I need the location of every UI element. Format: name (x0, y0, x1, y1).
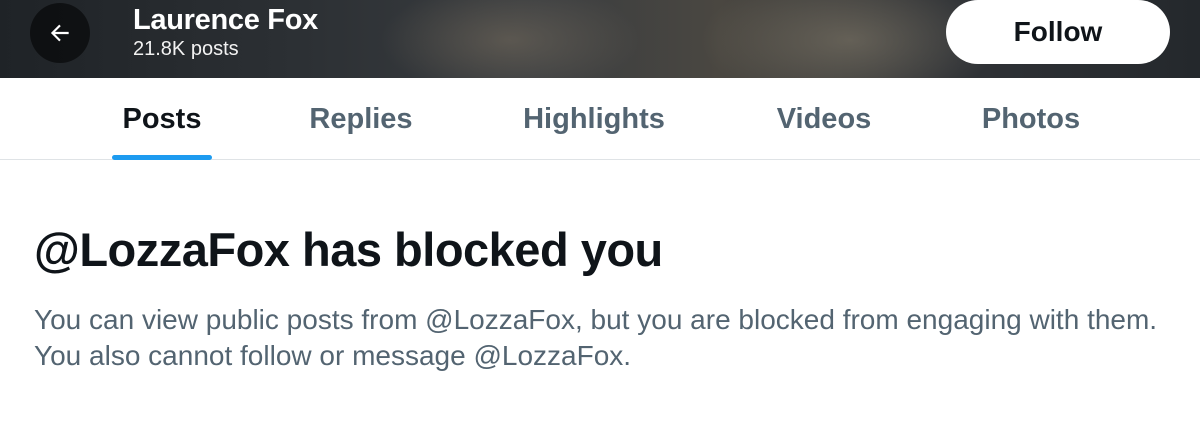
post-count: 21.8K posts (133, 38, 239, 60)
banner-texture (380, 0, 640, 78)
tab-highlights[interactable]: Highlights (509, 78, 679, 160)
profile-title-block: Laurence Fox 21.8K posts (133, 2, 318, 60)
profile-header-banner: Laurence Fox 21.8K posts Follow (0, 0, 1200, 78)
tab-label: Photos (981, 102, 1081, 135)
tab-label: Replies (309, 102, 413, 135)
tab-videos[interactable]: Videos (762, 78, 886, 160)
profile-tabs: Posts Replies Highlights Videos Photos (0, 78, 1200, 160)
profile-name: Laurence Fox (133, 4, 318, 36)
tab-replies[interactable]: Replies (296, 78, 426, 160)
back-button[interactable] (30, 3, 90, 63)
tab-label: Highlights (523, 102, 665, 135)
blocked-heading: @LozzaFox has blocked you (34, 223, 663, 276)
blocked-message: You can view public posts from @LozzaFox… (34, 304, 1158, 371)
active-tab-indicator (112, 155, 212, 160)
tab-label: Videos (776, 102, 872, 135)
follow-button[interactable]: Follow (946, 0, 1170, 64)
tab-label: Posts (122, 102, 202, 135)
arrow-left-icon (50, 24, 69, 42)
tab-posts[interactable]: Posts (112, 78, 212, 160)
tab-photos[interactable]: Photos (966, 78, 1096, 160)
